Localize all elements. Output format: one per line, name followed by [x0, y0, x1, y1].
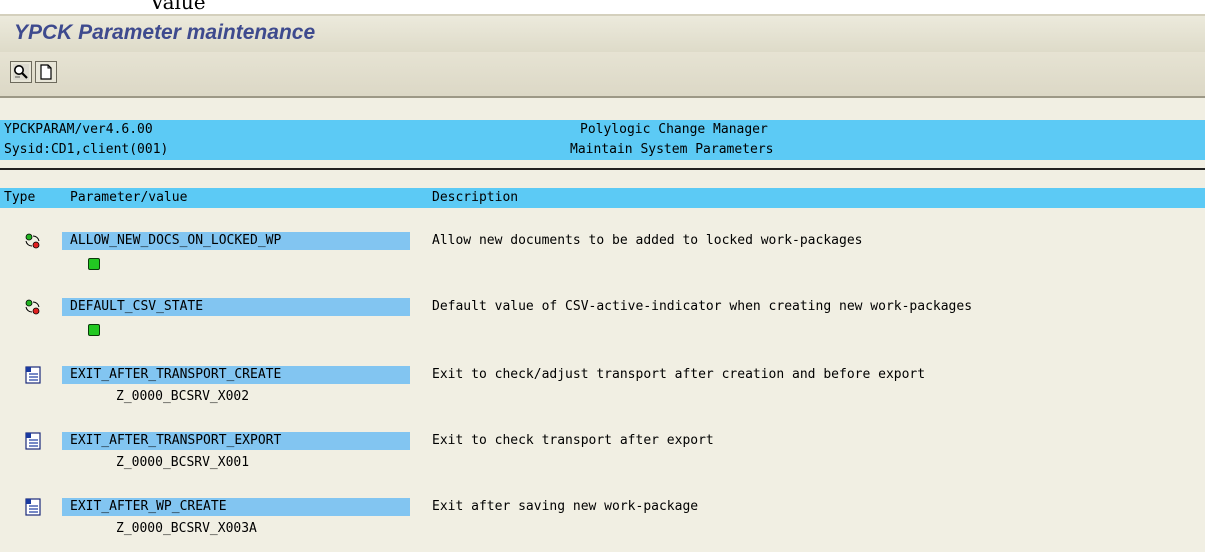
separator-line — [0, 168, 1205, 170]
col-type: Type — [4, 190, 36, 205]
toggle-traffic-icon — [25, 233, 40, 249]
param-name[interactable]: EXIT_AFTER_WP_CREATE — [70, 498, 227, 516]
param-description: Exit to check transport after export — [432, 433, 714, 448]
param-name[interactable]: DEFAULT_CSV_STATE — [70, 298, 203, 316]
col-parameter: Parameter/value — [70, 190, 188, 205]
list-output: YPCKPARAM/ver4.6.00 Polylogic Change Man… — [0, 98, 1205, 552]
green-indicator[interactable] — [88, 258, 100, 270]
param-description: Allow new documents to be added to locke… — [432, 233, 863, 248]
green-indicator[interactable] — [88, 324, 100, 336]
magnifier-icon — [13, 64, 29, 80]
param-name[interactable]: EXIT_AFTER_TRANSPORT_EXPORT — [70, 432, 281, 450]
screen-title: Maintain System Parameters — [570, 142, 774, 157]
app-title: Polylogic Change Manager — [580, 122, 768, 137]
param-description: Exit to check/adjust transport after cre… — [432, 367, 926, 382]
system-info: Sysid:CD1,client(001) — [4, 142, 169, 157]
new-button[interactable] — [35, 61, 57, 83]
toggle-traffic-icon — [25, 299, 40, 315]
col-description: Description — [432, 190, 519, 205]
top-cut-text: Value — [0, 0, 1205, 14]
find-button[interactable] — [10, 61, 32, 83]
new-document-icon — [40, 64, 52, 80]
function-module-icon — [25, 366, 41, 384]
param-description: Default value of CSV-active-indicator wh… — [432, 299, 973, 314]
param-name[interactable]: ALLOW_NEW_DOCS_ON_LOCKED_WP — [70, 232, 281, 250]
param-value[interactable]: Z_0000_BCSRV_X003A — [116, 521, 257, 537]
param-value[interactable]: Z_0000_BCSRV_X002 — [116, 389, 249, 405]
param-description: Exit after saving new work-package — [432, 499, 699, 514]
param-value[interactable]: Z_0000_BCSRV_X001 — [116, 455, 249, 471]
window-title: YPCK Parameter maintenance — [14, 21, 316, 44]
application-toolbar — [0, 52, 1205, 98]
param-name[interactable]: EXIT_AFTER_TRANSPORT_CREATE — [70, 366, 281, 384]
function-module-icon — [25, 498, 41, 516]
title-bar: YPCK Parameter maintenance — [0, 14, 1205, 52]
function-module-icon — [25, 432, 41, 450]
program-version: YPCKPARAM/ver4.6.00 — [4, 122, 153, 137]
top-fragment: Value — [150, 0, 206, 14]
